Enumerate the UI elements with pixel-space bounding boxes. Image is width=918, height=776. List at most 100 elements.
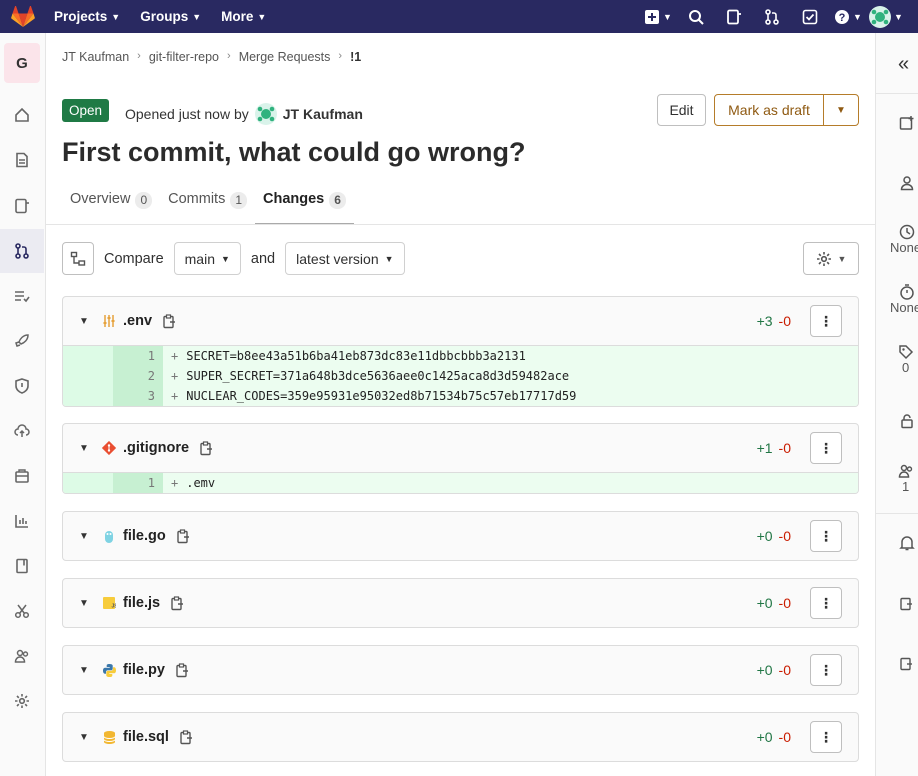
- file-header[interactable]: ▼ JS file.js +0-0 ⋮: [63, 579, 858, 627]
- head-version-select[interactable]: latest version ▼: [285, 242, 405, 275]
- diff-stats: +1 -0: [756, 440, 791, 456]
- notifications-bell-icon[interactable]: [876, 535, 918, 551]
- file-options-button[interactable]: ⋮: [810, 587, 842, 619]
- file-options-button[interactable]: ⋮: [810, 305, 842, 337]
- nav-projects[interactable]: Projects ▼: [46, 9, 128, 24]
- breadcrumb-mr-id[interactable]: !1: [350, 50, 361, 64]
- project-avatar[interactable]: G: [4, 43, 40, 83]
- merge-requests-icon[interactable]: [754, 0, 790, 33]
- requirements-icon[interactable]: [0, 281, 44, 311]
- collapse-sidebar-icon[interactable]: «: [876, 53, 918, 76]
- copy-path-icon[interactable]: [170, 595, 184, 611]
- labels[interactable]: 0: [876, 344, 918, 375]
- chevron-down-icon[interactable]: ▼: [79, 598, 97, 609]
- line-number[interactable]: 3: [113, 386, 163, 406]
- project-home-icon[interactable]: [0, 100, 44, 130]
- nav-more[interactable]: More ▼: [213, 9, 274, 24]
- security-shield-icon[interactable]: [0, 371, 44, 401]
- diff-settings-button[interactable]: ▼: [803, 242, 859, 275]
- time-estimate[interactable]: None: [876, 224, 918, 255]
- page-title: First commit, what could go wrong?: [62, 137, 526, 167]
- js-icon: JS: [101, 595, 117, 611]
- file-options-button[interactable]: ⋮: [810, 721, 842, 753]
- file-tree-toggle-button[interactable]: [62, 242, 94, 275]
- merge-requests-sidebar-icon[interactable]: [0, 229, 44, 273]
- participants[interactable]: 1: [876, 463, 918, 494]
- file-name[interactable]: file.go: [123, 528, 166, 544]
- members-icon[interactable]: [0, 641, 44, 671]
- deployments-rocket-icon[interactable]: [0, 326, 44, 356]
- draft-dropdown-button[interactable]: ▼: [823, 94, 859, 126]
- file-options-button[interactable]: ⋮: [810, 520, 842, 552]
- participants-icon: [898, 464, 913, 478]
- copy-branch-icon[interactable]: [876, 656, 918, 672]
- tab-changes[interactable]: Changes 6: [255, 183, 354, 225]
- wiki-book-icon[interactable]: [0, 551, 44, 581]
- line-number[interactable]: 2: [113, 366, 163, 386]
- tab-count-badge: 0: [135, 192, 153, 209]
- copy-path-icon[interactable]: [199, 440, 213, 456]
- breadcrumb-project[interactable]: git-filter-repo: [149, 50, 219, 64]
- file-header[interactable]: ▼ file.go +0 -0 ⋮: [63, 512, 858, 560]
- line-number[interactable]: 1: [113, 346, 163, 366]
- file-options-button[interactable]: ⋮: [810, 432, 842, 464]
- author-name[interactable]: JT Kaufman: [283, 106, 363, 122]
- copy-path-icon[interactable]: [162, 313, 176, 329]
- new-item-plus-icon[interactable]: ▼: [640, 0, 676, 33]
- mark-as-draft-button[interactable]: Mark as draft: [714, 94, 824, 126]
- search-icon[interactable]: [678, 0, 714, 33]
- file-options-button[interactable]: ⋮: [810, 654, 842, 686]
- copy-path-icon[interactable]: [179, 729, 193, 745]
- gitlab-logo-icon[interactable]: [0, 0, 46, 33]
- issues-sidebar-icon[interactable]: [0, 191, 44, 221]
- author-avatar-icon[interactable]: [254, 103, 277, 125]
- add-todo-icon[interactable]: [876, 115, 918, 131]
- tab-commits[interactable]: Commits 1: [160, 183, 255, 225]
- file-header[interactable]: ▼ .gitignore +1 -0 ⋮: [63, 424, 858, 472]
- breadcrumb-user[interactable]: JT Kaufman: [62, 50, 129, 64]
- file-name[interactable]: file.py: [123, 662, 165, 678]
- repository-icon[interactable]: [0, 145, 44, 175]
- edit-button[interactable]: Edit: [657, 94, 706, 126]
- chevron-down-icon[interactable]: ▼: [79, 531, 97, 542]
- base-branch-select[interactable]: main ▼: [173, 242, 241, 275]
- diff-stats: +0 -0: [756, 528, 791, 544]
- file-name[interactable]: file.js: [123, 595, 160, 611]
- breadcrumb-merge-requests[interactable]: Merge Requests: [239, 50, 331, 64]
- analytics-chart-icon[interactable]: [0, 506, 44, 536]
- packages-icon[interactable]: [0, 461, 44, 491]
- file-name[interactable]: .gitignore: [123, 440, 189, 456]
- help-icon[interactable]: ? ▼: [830, 0, 866, 33]
- user-avatar-icon[interactable]: ▼: [868, 0, 904, 33]
- chevron-down-icon: ▼: [836, 104, 846, 116]
- chevron-down-icon[interactable]: ▼: [79, 665, 97, 676]
- chevron-down-icon[interactable]: ▼: [79, 732, 97, 743]
- file-header[interactable]: ▼ file.sql +0 -0 ⋮: [63, 713, 858, 761]
- tabs-divider: [46, 224, 875, 225]
- assignee-icon[interactable]: [876, 175, 918, 191]
- todo-icon[interactable]: [792, 0, 828, 33]
- issues-icon[interactable]: [716, 0, 752, 33]
- tab-overview[interactable]: Overview 0: [62, 183, 160, 225]
- time-spent[interactable]: None: [876, 284, 918, 315]
- tab-count-badge: 1: [230, 192, 248, 209]
- left-sidebar: G: [0, 33, 46, 776]
- cloud-upload-icon[interactable]: [0, 416, 44, 446]
- line-number[interactable]: 1: [113, 473, 163, 493]
- chevron-down-icon[interactable]: ▼: [79, 316, 97, 327]
- file-name[interactable]: .env: [123, 313, 152, 329]
- and-label: and: [250, 250, 276, 267]
- snippets-scissors-icon[interactable]: [0, 596, 44, 626]
- settings-gear-icon[interactable]: [0, 686, 44, 716]
- file-header[interactable]: ▼ .env +3 -0 ⋮: [63, 297, 858, 345]
- file-header[interactable]: ▼ file.py +0 -0 ⋮: [63, 646, 858, 694]
- copy-path-icon[interactable]: [175, 662, 189, 678]
- file-name[interactable]: file.sql: [123, 729, 169, 745]
- nav-groups[interactable]: Groups ▼: [132, 9, 209, 24]
- chevron-down-icon[interactable]: ▼: [79, 443, 97, 454]
- lock-icon[interactable]: [876, 413, 918, 429]
- copy-path-icon[interactable]: [176, 528, 190, 544]
- compare-label: Compare: [104, 250, 164, 267]
- copy-reference-icon[interactable]: [876, 596, 918, 612]
- chevron-right-icon: ›: [137, 50, 141, 62]
